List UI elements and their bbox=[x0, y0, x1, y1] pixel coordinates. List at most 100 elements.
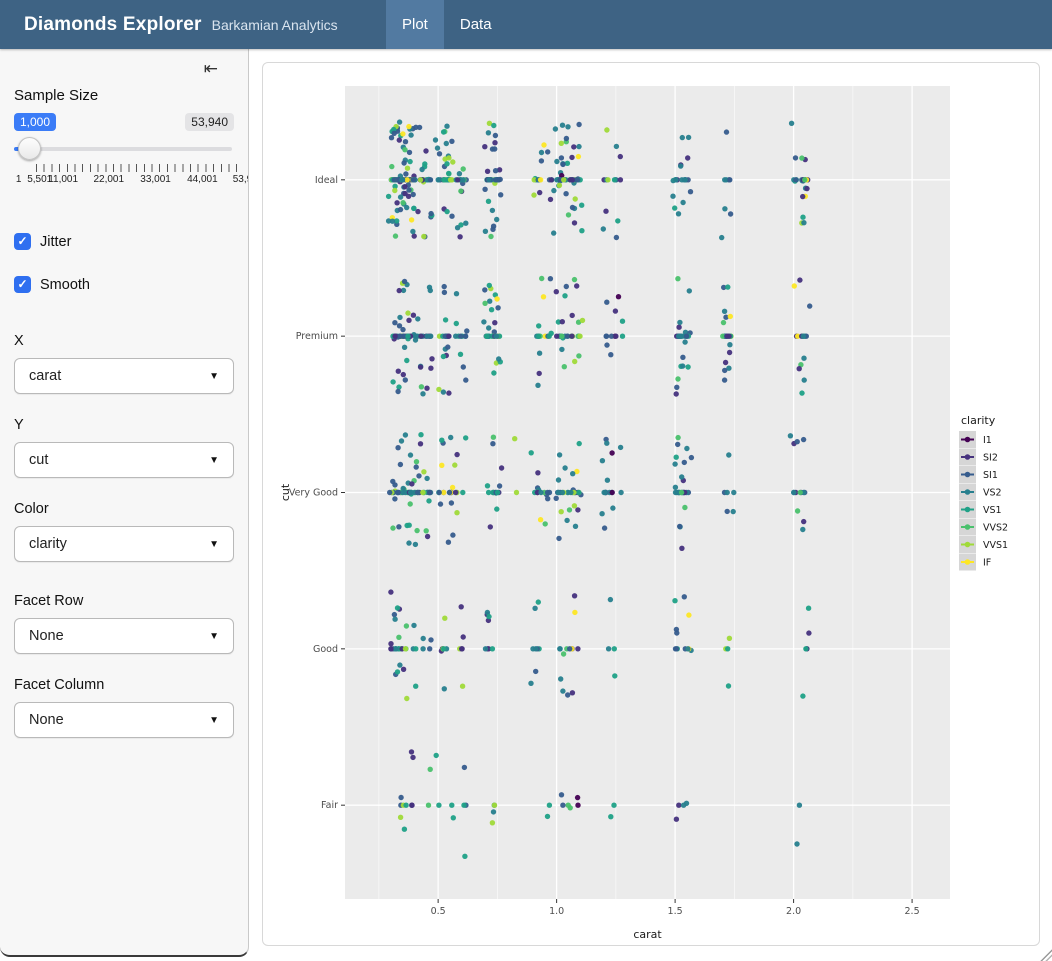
data-point bbox=[463, 377, 468, 382]
data-point bbox=[554, 496, 559, 501]
x-select[interactable]: carat ▼ bbox=[14, 358, 234, 394]
sample-size-slider[interactable] bbox=[14, 137, 234, 161]
data-point bbox=[548, 197, 553, 202]
data-point bbox=[388, 641, 393, 646]
data-point bbox=[401, 372, 406, 377]
data-point bbox=[490, 820, 495, 825]
data-point bbox=[450, 485, 455, 490]
data-point bbox=[533, 669, 538, 674]
data-point bbox=[531, 192, 536, 197]
data-point bbox=[446, 334, 451, 339]
data-point bbox=[404, 623, 409, 628]
data-point bbox=[488, 524, 493, 529]
data-point bbox=[488, 234, 493, 239]
legend-label: VS1 bbox=[983, 505, 1002, 516]
data-point bbox=[401, 160, 406, 165]
data-point bbox=[482, 287, 487, 292]
data-point bbox=[686, 612, 691, 617]
data-point bbox=[560, 803, 565, 808]
data-point bbox=[608, 352, 613, 357]
data-point bbox=[792, 283, 797, 288]
data-point bbox=[397, 662, 402, 667]
data-point bbox=[463, 221, 468, 226]
data-point bbox=[727, 342, 732, 347]
chevron-down-icon: ▼ bbox=[209, 631, 219, 642]
sample-size-label: Sample Size bbox=[14, 87, 234, 104]
data-point bbox=[428, 637, 433, 642]
legend-key-point bbox=[965, 454, 971, 460]
data-point bbox=[428, 211, 433, 216]
data-point bbox=[406, 540, 411, 545]
data-point bbox=[407, 523, 412, 528]
data-point bbox=[572, 220, 577, 225]
data-point bbox=[612, 646, 617, 651]
data-point bbox=[604, 127, 609, 132]
data-point bbox=[414, 459, 419, 464]
data-point bbox=[675, 276, 680, 281]
data-point bbox=[722, 368, 727, 373]
y-select[interactable]: cut ▼ bbox=[14, 442, 234, 478]
data-point bbox=[603, 490, 608, 495]
data-point bbox=[484, 334, 489, 339]
data-point bbox=[801, 220, 806, 225]
data-point bbox=[804, 186, 809, 191]
x-tick-label: 1.5 bbox=[668, 906, 683, 917]
slider-handle[interactable] bbox=[18, 137, 41, 160]
data-point bbox=[491, 435, 496, 440]
jitter-checkbox-row[interactable]: ✓ Jitter bbox=[14, 233, 234, 250]
facet-row-select-label: Facet Row bbox=[14, 593, 234, 609]
jitter-checkbox[interactable]: ✓ bbox=[14, 233, 31, 250]
color-select[interactable]: clarity ▼ bbox=[14, 526, 234, 562]
data-point bbox=[420, 490, 425, 495]
nav-tabs: Plot Data bbox=[386, 0, 508, 49]
data-point bbox=[490, 441, 495, 446]
data-point bbox=[572, 610, 577, 615]
y-tick-label: Fair bbox=[321, 800, 338, 811]
data-point bbox=[396, 635, 401, 640]
data-point bbox=[677, 524, 682, 529]
data-point bbox=[800, 194, 805, 199]
tab-data[interactable]: Data bbox=[444, 0, 508, 49]
data-point bbox=[396, 524, 401, 529]
data-point bbox=[682, 594, 687, 599]
data-point bbox=[406, 318, 411, 323]
data-point bbox=[543, 521, 548, 526]
legend-label: IF bbox=[983, 558, 991, 569]
smooth-checkbox-row[interactable]: ✓ Smooth bbox=[14, 276, 234, 293]
data-point bbox=[408, 490, 413, 495]
data-point bbox=[407, 150, 412, 155]
data-point bbox=[577, 334, 582, 339]
smooth-checkbox[interactable]: ✓ bbox=[14, 276, 31, 293]
collapse-sidebar-icon[interactable]: ⇤ bbox=[204, 59, 218, 79]
data-point bbox=[579, 228, 584, 233]
data-point bbox=[495, 490, 500, 495]
facet-row-select[interactable]: None ▼ bbox=[14, 618, 234, 654]
data-point bbox=[448, 435, 453, 440]
data-point bbox=[464, 328, 469, 333]
tab-plot[interactable]: Plot bbox=[386, 0, 444, 49]
data-point bbox=[390, 525, 395, 530]
data-point bbox=[403, 377, 408, 382]
facet-column-select[interactable]: None ▼ bbox=[14, 702, 234, 738]
data-point bbox=[411, 206, 416, 211]
slider-tick-label: 11,001 bbox=[48, 174, 78, 185]
data-point bbox=[545, 814, 550, 819]
legend-label: SI2 bbox=[983, 453, 998, 464]
data-point bbox=[674, 455, 679, 460]
legend-key-point bbox=[965, 489, 971, 495]
sidebar: ⇤ Sample Size 1,000 53,940 15,50111,0012… bbox=[0, 49, 249, 957]
data-point bbox=[537, 190, 542, 195]
data-point bbox=[569, 334, 574, 339]
data-point bbox=[539, 150, 544, 155]
data-point bbox=[672, 205, 677, 210]
data-point bbox=[409, 749, 414, 754]
data-point bbox=[565, 692, 570, 697]
data-point bbox=[680, 363, 685, 368]
slider-track[interactable] bbox=[14, 147, 232, 151]
data-point bbox=[395, 389, 400, 394]
resize-grip-icon[interactable] bbox=[1039, 948, 1052, 961]
data-point bbox=[403, 171, 408, 176]
data-point bbox=[495, 305, 500, 310]
data-point bbox=[801, 437, 806, 442]
data-point bbox=[442, 616, 447, 621]
